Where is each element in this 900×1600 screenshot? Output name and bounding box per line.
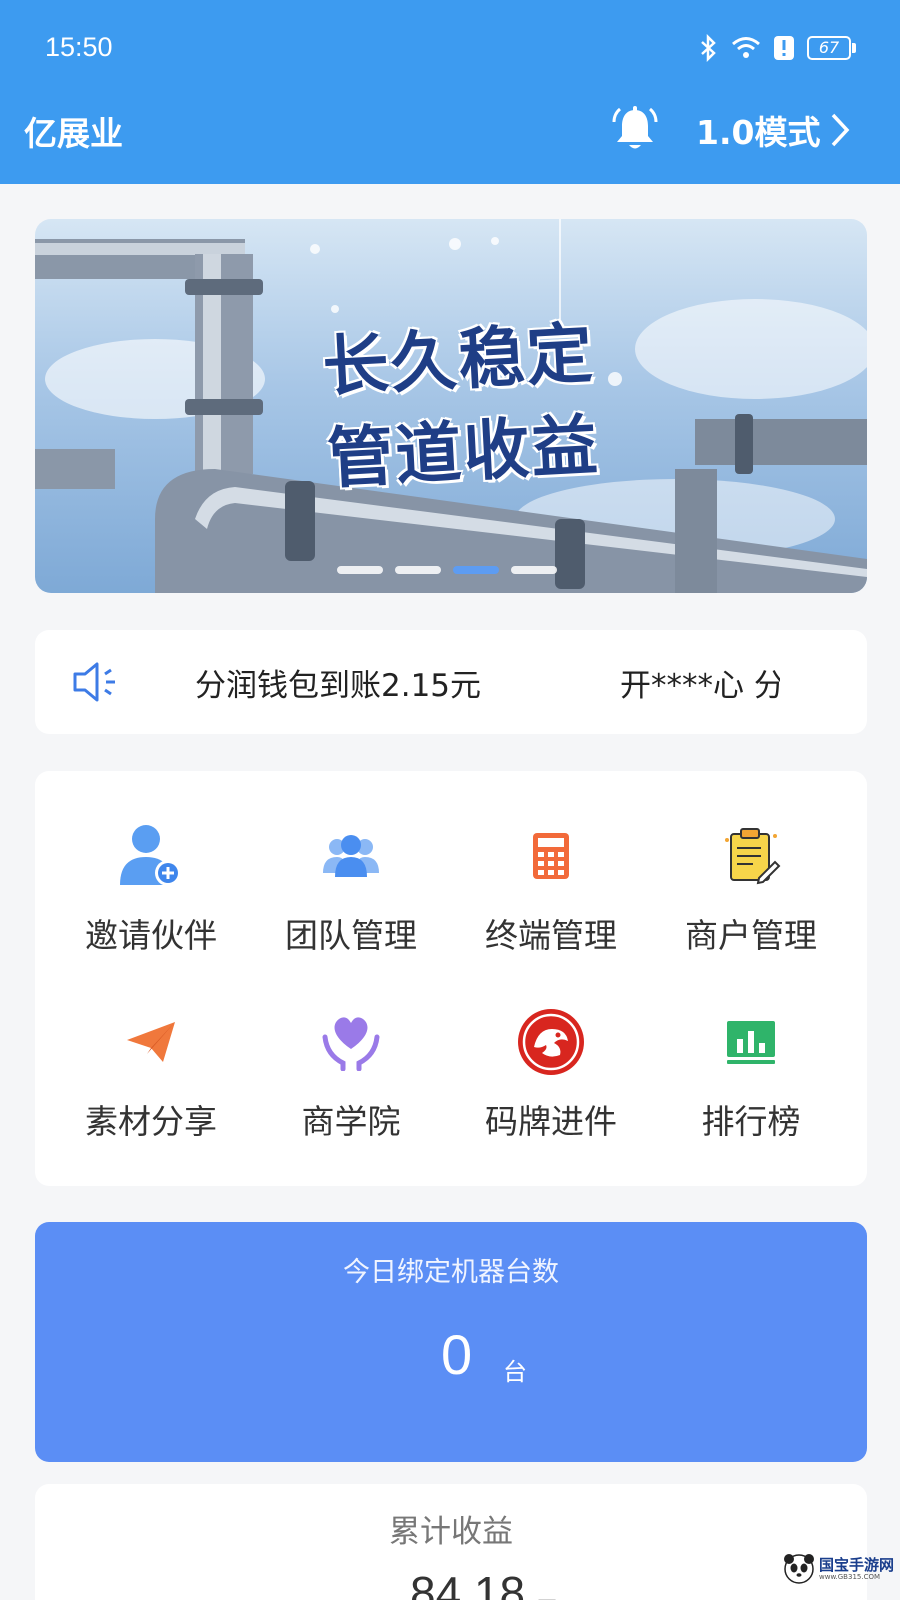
earnings-unit: 元 (535, 1590, 559, 1600)
promo-banner[interactable]: 长久稳定 管道收益 (35, 219, 867, 593)
menu-leaderboard[interactable]: 排行榜 (651, 1007, 851, 1143)
status-icons: 67 (699, 34, 856, 62)
banner-dot[interactable] (511, 566, 557, 574)
menu-merchant-management[interactable]: 商户管理 (651, 821, 851, 957)
bluetooth-icon (701, 34, 716, 62)
bind-count-unit: 台 (503, 1358, 527, 1386)
menu-business-school[interactable]: 商学院 (251, 1007, 451, 1143)
site-watermark: 国宝手游网 www.GB315.COM (783, 1553, 894, 1585)
menu-invite-partner[interactable]: 邀请伙伴 (51, 821, 251, 957)
daily-bind-card[interactable]: 今日绑定机器台数 0 台 (35, 1222, 867, 1462)
menu-label: 团队管理 (285, 916, 417, 955)
app-title: 亿展业 (24, 114, 123, 153)
menu-label: 邀请伙伴 (85, 916, 217, 955)
mode-switch-button[interactable]: 1.0模式 (696, 106, 850, 154)
banner-headline: 长久稳定 管道收益 (320, 306, 629, 505)
bar-chart-icon (727, 1021, 775, 1064)
alert-icon (774, 36, 794, 60)
menu-team-management[interactable]: 团队管理 (251, 821, 451, 957)
calculator-icon (533, 833, 569, 879)
earnings-title: 累计收益 (389, 1514, 513, 1550)
watermark-site: www.GB315.COM (819, 1573, 881, 1581)
menu-label: 码牌进件 (485, 1102, 617, 1141)
menu-label: 素材分享 (85, 1102, 217, 1141)
dragon-seal-icon (518, 1009, 584, 1075)
menu-label: 排行榜 (701, 1102, 801, 1141)
banner-line-2: 管道收益 (325, 406, 602, 498)
chevron-right-icon (832, 113, 850, 147)
mode-label: 1.0模式 (696, 113, 821, 152)
panda-logo-icon (784, 1554, 814, 1584)
banner-dot[interactable] (337, 566, 383, 574)
notice-text-next: 开****心 分 (620, 668, 780, 704)
bind-card-title: 今日绑定机器台数 (343, 1257, 559, 1288)
banner-pagination (337, 566, 557, 574)
menu-label: 商学院 (301, 1102, 401, 1141)
bell-icon[interactable] (610, 104, 660, 154)
bind-count-value: 0 (441, 1323, 473, 1386)
banner-dot-active[interactable] (453, 566, 499, 574)
notice-bar[interactable]: 分润钱包到账2.15元 开****心 分 (35, 630, 867, 734)
battery-level: 67 (807, 36, 851, 60)
banner-dot[interactable] (395, 566, 441, 574)
feature-grid: 邀请伙伴 团队管理 终端管理 商户管理 素材分享 商学院 码牌进件 排行榜 (35, 771, 867, 1186)
app-header: 15:50 67 亿展业 1.0模式 (0, 0, 900, 184)
add-user-icon (120, 825, 181, 886)
banner-line-1: 长久稳定 (320, 314, 597, 406)
menu-terminal-management[interactable]: 终端管理 (451, 821, 651, 957)
earnings-card[interactable]: 累计收益 84.18 元 (35, 1484, 867, 1600)
menu-label: 商户管理 (685, 916, 817, 955)
menu-material-share[interactable]: 素材分享 (51, 1007, 251, 1143)
heart-hands-icon (322, 1017, 380, 1071)
paper-plane-icon (127, 1022, 175, 1062)
menu-label: 终端管理 (485, 916, 617, 955)
status-time: 15:50 (45, 32, 113, 62)
menu-code-plate-onboarding[interactable]: 码牌进件 (451, 1007, 651, 1143)
speaker-icon (73, 662, 115, 702)
team-icon (323, 835, 379, 877)
battery-icon: 67 (807, 36, 856, 60)
clipboard-icon (725, 828, 781, 885)
earnings-value: 84.18 (410, 1567, 526, 1600)
notice-text: 分润钱包到账2.15元 (195, 668, 482, 704)
watermark-brand: 国宝手游网 (819, 1556, 895, 1574)
wifi-icon (732, 37, 760, 58)
